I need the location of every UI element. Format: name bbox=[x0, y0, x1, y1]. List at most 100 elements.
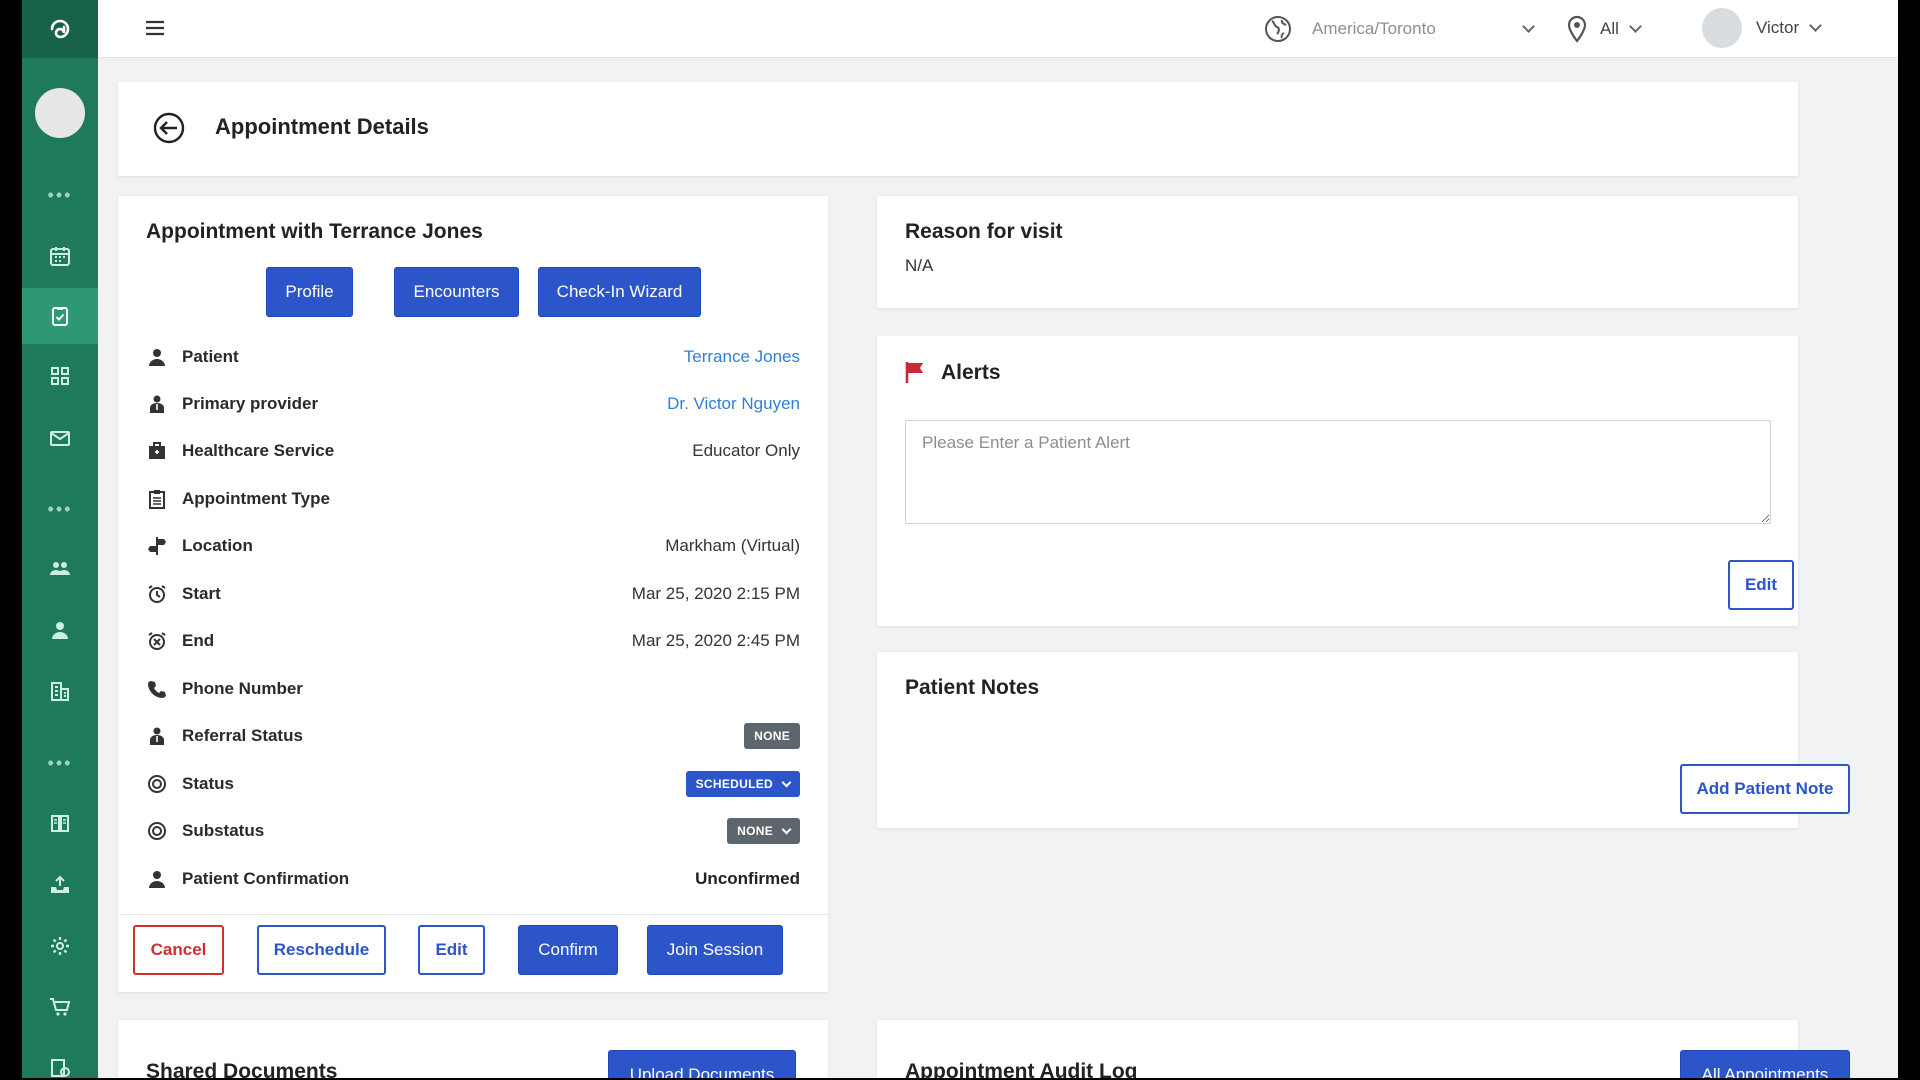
alerts-card: Alerts Edit bbox=[877, 336, 1798, 626]
detail-row-start: Start Mar 25, 2020 2:15 PM bbox=[146, 574, 800, 614]
sidebar-item-inbox[interactable] bbox=[22, 857, 98, 913]
location-filter-label: All bbox=[1600, 19, 1619, 38]
detail-label: Primary provider bbox=[182, 394, 319, 413]
grid-icon bbox=[51, 367, 69, 385]
sidebar-section-dots: ••• bbox=[47, 498, 73, 519]
topbar: America/Toronto All Victor bbox=[98, 0, 1898, 58]
add-patient-note-button[interactable]: Add Patient Note bbox=[1680, 764, 1850, 814]
timezone-select[interactable]: America/Toronto bbox=[1264, 12, 1535, 46]
cancel-button[interactable]: Cancel bbox=[133, 925, 224, 975]
detail-row-substatus: Substatus NONE bbox=[146, 811, 800, 851]
appointment-card: Appointment with Terrance Jones Profile … bbox=[118, 196, 828, 992]
sidebar-section-dots: ••• bbox=[47, 752, 73, 773]
alarm-off-icon bbox=[146, 630, 168, 652]
patient-link[interactable]: Terrance Jones bbox=[684, 347, 800, 367]
sidebar-item-messages[interactable] bbox=[22, 410, 98, 466]
detail-label: Referral Status bbox=[182, 726, 303, 745]
join-session-button[interactable]: Join Session bbox=[647, 925, 783, 975]
provider-link[interactable]: Dr. Victor Nguyen bbox=[667, 394, 800, 414]
back-arrow-icon[interactable] bbox=[152, 111, 186, 145]
all-appointments-button[interactable]: All Appointments bbox=[1680, 1050, 1850, 1078]
logo-icon[interactable] bbox=[22, 0, 98, 58]
detail-label: Substatus bbox=[182, 821, 265, 840]
mail-icon bbox=[50, 431, 70, 446]
page-title: Appointment Details bbox=[215, 114, 429, 139]
detail-row-patient: Patient Terrance Jones bbox=[146, 337, 800, 377]
reason-value: N/A bbox=[905, 256, 934, 275]
book-icon bbox=[51, 815, 69, 832]
chevron-down-icon bbox=[1629, 20, 1642, 33]
detail-label: Phone Number bbox=[182, 679, 303, 698]
detail-value: Markham (Virtual) bbox=[665, 536, 800, 555]
cart-icon bbox=[50, 998, 71, 1016]
sidebar-item-dashboard[interactable] bbox=[22, 348, 98, 404]
user-menu[interactable]: Victor bbox=[1702, 6, 1823, 50]
chevron-down-icon bbox=[781, 777, 792, 787]
detail-row-phone: Phone Number bbox=[146, 669, 800, 709]
map-pin-icon bbox=[1567, 15, 1587, 43]
page-header: Appointment Details bbox=[118, 82, 1798, 176]
briefcase-icon bbox=[146, 440, 168, 462]
sidebar-item-clinics[interactable] bbox=[22, 663, 98, 719]
profile-button[interactable]: Profile bbox=[266, 267, 353, 317]
chevron-down-icon bbox=[781, 824, 792, 834]
globe-icon bbox=[1265, 16, 1291, 42]
reschedule-button[interactable]: Reschedule bbox=[257, 925, 386, 975]
sidebar-item-reports[interactable] bbox=[22, 795, 98, 851]
status-dropdown[interactable]: SCHEDULED bbox=[685, 771, 800, 797]
edit-appointment-button[interactable]: Edit bbox=[418, 925, 485, 975]
edit-alert-button[interactable]: Edit bbox=[1728, 560, 1794, 610]
provider-icon bbox=[146, 725, 168, 747]
divider bbox=[118, 914, 828, 915]
menu-icon[interactable] bbox=[144, 17, 166, 39]
confirm-button[interactable]: Confirm bbox=[518, 925, 618, 975]
shared-documents-title: Shared Documents bbox=[146, 1060, 338, 1078]
detail-label: Patient bbox=[182, 347, 239, 366]
sidebar-item-settings[interactable] bbox=[22, 918, 98, 974]
end-time: Mar 25, 2020 2:45 PM bbox=[631, 631, 800, 650]
inbox-upload-icon bbox=[51, 875, 69, 893]
detail-row-location: Location Markham (Virtual) bbox=[146, 526, 800, 566]
encounters-button[interactable]: Encounters bbox=[394, 267, 519, 317]
user-icon bbox=[146, 346, 168, 368]
location-filter[interactable]: All bbox=[1566, 12, 1642, 46]
sidebar-item-groups[interactable] bbox=[22, 540, 98, 596]
circle-icon bbox=[146, 773, 168, 795]
detail-value: Educator Only bbox=[692, 441, 800, 460]
user-icon bbox=[146, 868, 168, 890]
check-in-wizard-button[interactable]: Check-In Wizard bbox=[538, 267, 701, 317]
sidebar-item-calendar[interactable] bbox=[22, 228, 98, 284]
billing-icon bbox=[51, 1059, 70, 1077]
sidebar-avatar[interactable] bbox=[35, 88, 85, 138]
shared-documents-card: Shared Documents Upload Documents bbox=[118, 1020, 828, 1078]
detail-label: Appointment Type bbox=[182, 489, 330, 508]
circle-icon bbox=[146, 820, 168, 842]
sidebar-item-billing[interactable] bbox=[22, 1040, 98, 1078]
timezone-label: America/Toronto bbox=[1312, 19, 1436, 38]
confirmation-value: Unconfirmed bbox=[695, 869, 800, 888]
detail-row-appointment-type: Appointment Type bbox=[146, 479, 800, 519]
sidebar-item-patients[interactable] bbox=[22, 602, 98, 658]
user-name: Victor bbox=[1756, 18, 1800, 37]
upload-documents-button[interactable]: Upload Documents bbox=[608, 1050, 796, 1078]
app-window: ••• ••• ••• America/Toronto All Victor A… bbox=[22, 0, 1898, 1078]
detail-row-patient-confirmation: Patient Confirmation Unconfirmed bbox=[146, 859, 800, 899]
sidebar-item-store[interactable] bbox=[22, 979, 98, 1035]
calendar-icon bbox=[50, 247, 70, 266]
detail-row-referral-status: Referral Status NONE bbox=[146, 716, 800, 756]
substatus-dropdown[interactable]: NONE bbox=[727, 818, 800, 844]
appointment-title: Appointment with Terrance Jones bbox=[146, 220, 483, 243]
sidebar-item-appointments[interactable] bbox=[22, 288, 98, 344]
building-icon bbox=[51, 682, 69, 701]
detail-row-provider: Primary provider Dr. Victor Nguyen bbox=[146, 384, 800, 424]
patient-notes-title: Patient Notes bbox=[905, 676, 1040, 699]
reason-title: Reason for visit bbox=[905, 220, 1063, 243]
users-icon bbox=[50, 562, 70, 575]
audit-log-title: Appointment Audit Log bbox=[905, 1060, 1138, 1078]
alarm-icon bbox=[146, 583, 168, 605]
detail-label: Location bbox=[182, 536, 253, 555]
patient-alert-input[interactable] bbox=[905, 420, 1771, 524]
detail-label: End bbox=[182, 631, 215, 650]
flag-icon bbox=[905, 362, 923, 383]
detail-row-status: Status SCHEDULED bbox=[146, 764, 800, 804]
